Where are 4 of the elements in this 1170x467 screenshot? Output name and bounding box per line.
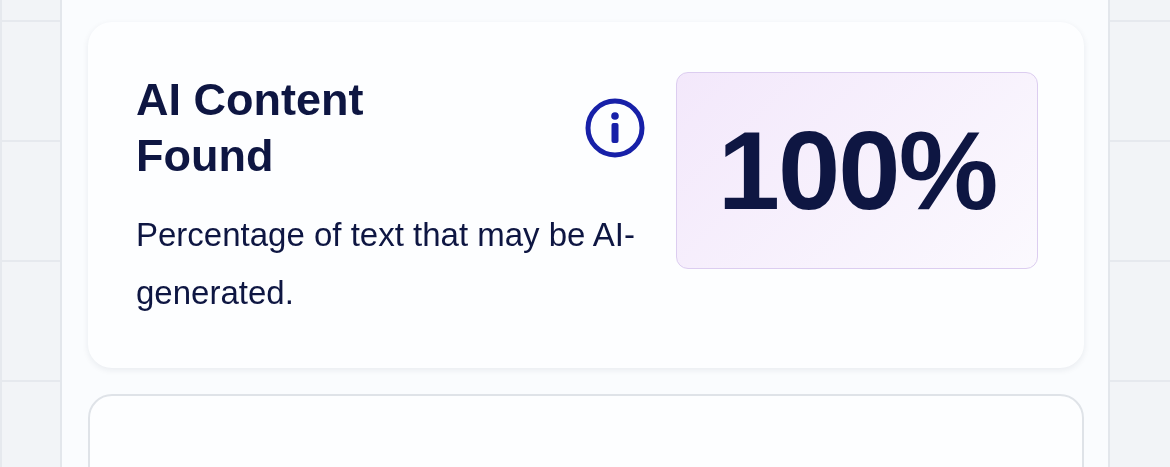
card-title: AI Content Found [136,73,365,183]
info-icon[interactable] [584,97,646,159]
card-description: Percentage of text that may be AI-generated. [136,215,636,313]
score-value: 100% [676,72,1038,269]
